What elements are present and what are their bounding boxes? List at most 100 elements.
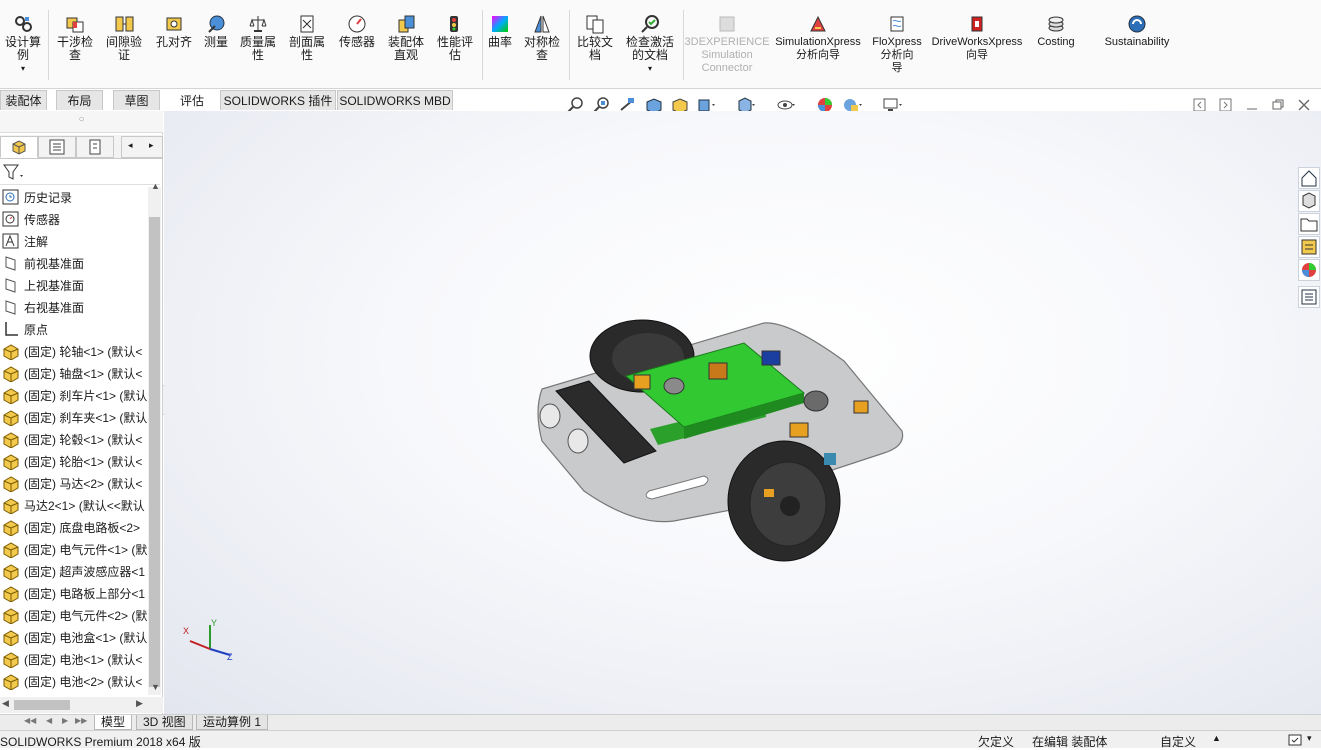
unit-system-text[interactable]: 自定义 [1160,733,1196,750]
tree-item[interactable]: 历史记录 [0,186,148,208]
task-pane-appearances[interactable] [1298,259,1320,281]
scroll-right-icon[interactable]: ▶ [136,698,143,709]
curvature-button[interactable]: 曲率 [485,14,515,49]
prev-tab-arrow-icon[interactable]: ◀ [46,716,52,725]
sustainability-button[interactable]: Sustainability [1098,14,1176,49]
tab-solidworks-addins[interactable]: SOLIDWORKS 插件 [220,90,336,110]
tree-item[interactable]: (固定) 超声波感应器<1 [0,560,148,582]
tree-item[interactable]: (固定) 电池盒<1> (默认 [0,626,148,648]
capacitor-component [708,362,728,380]
tree-item[interactable]: 马达2<1> (默认<<默认 [0,494,148,516]
tree-item[interactable]: (固定) 电气元件<2> (默 [0,604,148,626]
tree-item[interactable]: (固定) 底盘电路板<2> [0,516,148,538]
measure-button[interactable]: 测量 [200,14,232,49]
tree-item[interactable]: (固定) 轮毂<1> (默认< [0,428,148,450]
tree-item[interactable]: 原点 [0,318,148,340]
assembly-visual-button[interactable]: 装配体 直观 [384,14,428,62]
tab-layout[interactable]: 布局 [56,90,103,110]
filter-icon[interactable] [2,163,24,183]
rebuild-status-icon[interactable] [1287,733,1303,747]
tree-item[interactable]: (固定) 电池<1> (默认< [0,648,148,670]
tab-evaluate[interactable]: 评估 [166,90,218,110]
scroll-down-icon[interactable]: ▼ [151,682,160,692]
tab-property-manager[interactable] [38,136,76,158]
tree-item[interactable]: (固定) 电气元件<1> (默 [0,538,148,560]
3dx-connector-icon [719,16,735,32]
origin-icon [5,322,18,336]
section-props-button[interactable]: 剖面属 性 [286,14,328,62]
last-tab-arrow-icon[interactable]: ▶▶ [75,716,87,725]
tree-item[interactable]: (固定) 电池<2> (默认< [0,670,148,692]
graphics-viewport[interactable]: X Y Z [164,111,1321,714]
filter-bar[interactable] [0,161,160,185]
check-active-button[interactable]: 检查激活 的文档 ▾ [622,14,678,75]
hscrollbar-thumb[interactable] [14,700,70,710]
tree-item[interactable]: 右视基准面 [0,296,148,318]
scroll-up-icon[interactable]: ▲ [151,181,160,191]
plane-icon [5,278,16,293]
floxpress-button[interactable]: FloXpress 分析向 导 [868,14,926,75]
compare-button[interactable]: 比较文 档 [573,14,617,62]
task-pane-custom-properties[interactable] [1298,286,1320,308]
next-tab-arrow-icon[interactable]: ▶ [62,716,68,725]
first-tab-arrow-icon[interactable]: ◀◀ [24,716,36,725]
triad-z-label: Z [227,652,233,662]
tab-3d-views[interactable]: 3D 视图 [136,715,193,730]
scroll-right-icon[interactable]: ▸ [149,140,154,151]
tree-hscrollbar[interactable]: ◀ ▶ [0,697,163,713]
tree-item-label: 上视基准面 [24,278,85,293]
simxpress-button[interactable]: SimulationXpress 分析向导 [770,14,866,62]
costing-button[interactable]: Costing [1030,14,1082,49]
scrollbar-thumb[interactable] [149,217,160,687]
tab-scroll-arrows[interactable]: ◂ ▸ [121,136,163,158]
tree-item[interactable]: (固定) 电路板上部分<1 [0,582,148,604]
tab-motion-study[interactable]: 运动算例 1 [196,715,269,730]
panel-collapse-handle[interactable]: ○ [0,111,163,133]
units-dropdown-icon[interactable]: ▲ [1212,733,1221,743]
symmetry-button[interactable]: 对称检 查 [520,14,564,62]
performance-button[interactable]: 性能评 估 [433,14,477,62]
task-pane-resources[interactable] [1298,190,1320,212]
tree-item[interactable]: (固定) 刹车片<1> (默认 [0,384,148,406]
task-pane-design-library[interactable] [1298,236,1320,258]
part-icon [3,432,19,448]
task-pane-home[interactable] [1298,167,1320,189]
interference-button[interactable]: 干涉检 查 [54,14,96,62]
clearance-button[interactable]: 间隙验 证 [102,14,146,62]
tree-item[interactable]: 上视基准面 [0,274,148,296]
assembly-visual-icon [398,15,415,33]
part-icon [3,542,19,558]
mass-props-button[interactable]: 质量属 性 [237,14,279,62]
tab-configuration-manager[interactable] [76,136,114,158]
tree-item[interactable]: 前视基准面 [0,252,148,274]
tab-model[interactable]: 模型 [94,715,133,730]
ribbon-separator [482,10,483,80]
task-pane-file-explorer[interactable] [1298,213,1320,235]
tree-scrollbar[interactable]: ▲ ▼ [148,181,161,695]
driveworks-button[interactable]: DriveWorksXpress 向导 [928,14,1026,62]
tree-item[interactable]: (固定) 轮轴<1> (默认< [0,340,148,362]
tab-feature-manager[interactable] [0,136,38,158]
tab-sketch[interactable]: 草图 [113,90,160,110]
ultrasonic-transducer-left [539,403,561,429]
tree-item[interactable]: (固定) 刹车夹<1> (默认 [0,406,148,428]
compare-label: 比较文 档 [576,35,613,62]
dropdown-arrow-icon[interactable]: ▾ [21,62,25,75]
design-calc-button[interactable]: 设计算 例 ▾ [3,14,43,75]
sensor-button[interactable]: 传感器 [335,14,379,49]
robot-car-model[interactable] [164,111,1321,714]
tree-item[interactable]: (固定) 轮胎<1> (默认< [0,450,148,472]
tree-item[interactable]: (固定) 马达<2> (默认< [0,472,148,494]
dropdown-arrow-icon[interactable]: ▾ [648,62,652,75]
status-dropdown-icon[interactable]: ▾ [1307,733,1312,744]
tab-solidworks-mbd[interactable]: SOLIDWORKS MBD [337,90,453,110]
symmetry-icon [534,15,550,33]
hole-align-button[interactable]: 孔对齐 [152,14,196,49]
tree-item[interactable]: 注解 [0,230,148,252]
scroll-left-icon[interactable]: ◀ [2,698,9,709]
tree-item[interactable]: (固定) 轴盘<1> (默认< [0,362,148,384]
tree-item[interactable]: 传感器 [0,208,148,230]
3dx-connector-button[interactable]: 3DEXPERIENCE Simulation Connector [685,14,770,75]
scroll-left-icon[interactable]: ◂ [128,140,133,151]
tab-assembly[interactable]: 装配体 [0,90,47,110]
